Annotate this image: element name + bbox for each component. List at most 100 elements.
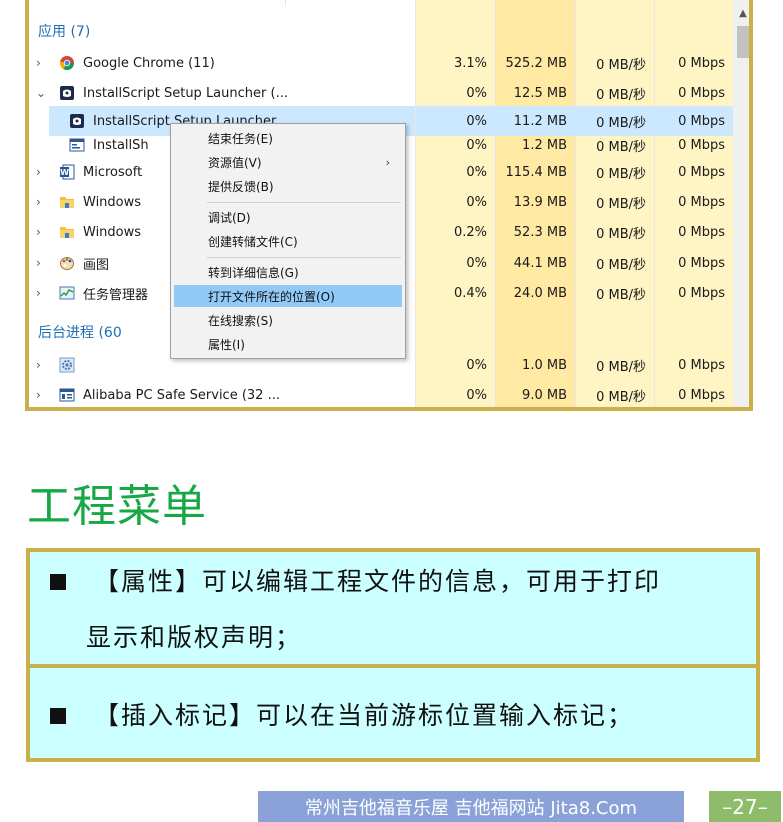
network-value: 0 Mbps [678, 137, 725, 153]
installscript-icon [59, 85, 75, 101]
menu-item-search-online[interactable]: 在线搜索(S) [174, 309, 402, 331]
expand-chevron-icon[interactable]: › [36, 380, 48, 407]
paint-icon [59, 255, 75, 271]
cpu-value: 0% [466, 164, 487, 180]
cpu-value: 0.4% [453, 285, 487, 301]
disk-value: 0 MB/秒 [596, 287, 646, 303]
info-box-insert-mark: 【插入标记】可以在当前游标位置输入标记； [26, 664, 760, 762]
menu-item-resource-values[interactable]: 资源值(V) › [174, 151, 402, 173]
disk-value: 0 MB/秒 [596, 389, 646, 405]
box-text-line: 【属性】可以编辑工程文件的信息，可用于打印 [94, 567, 662, 596]
service-icon [59, 387, 75, 403]
box-text-line: 【插入标记】可以在当前游标位置输入标记； [94, 701, 635, 730]
context-menu: 结束任务(E) 资源值(V) › 提供反馈(B) 调试(D) 创建转储文件(C) … [170, 123, 406, 359]
window-icon [69, 137, 85, 153]
expand-chevron-icon[interactable]: › [36, 248, 48, 278]
menu-item-label: 属性(I) [208, 337, 245, 352]
group-title: 后台进程 (60 [38, 325, 122, 341]
installscript-icon [69, 113, 85, 129]
cpu-value: 0% [466, 137, 487, 153]
folder-icon [59, 224, 75, 240]
disk-value: 0 MB/秒 [596, 87, 646, 103]
memory-value: 1.0 MB [522, 357, 567, 373]
process-name: InstallScript Setup Launcher (... [83, 85, 288, 101]
memory-value: 9.0 MB [522, 387, 567, 403]
menu-separator [207, 257, 401, 258]
expand-chevron-icon[interactable]: › [36, 157, 48, 187]
process-name: Alibaba PC Safe Service (32 ... [83, 387, 280, 403]
disk-value: 0 MB/秒 [596, 359, 646, 375]
process-name: Windows [83, 224, 142, 240]
process-name: Windows [83, 194, 142, 210]
scroll-up-arrow-icon[interactable]: ▲ [733, 8, 749, 19]
menu-item-create-dump[interactable]: 创建转储文件(C) [174, 230, 402, 252]
expand-chevron-icon[interactable]: › [36, 187, 48, 217]
expand-chevron-icon[interactable]: › [36, 217, 48, 247]
collapse-chevron-icon[interactable]: ⌄ [36, 78, 48, 108]
memory-value: 1.2 MB [522, 137, 567, 153]
menu-item-end-task[interactable]: 结束任务(E) [174, 127, 402, 149]
taskmgr-icon [59, 285, 75, 301]
box-text-line: 显示和版权声明； [86, 623, 303, 652]
disk-value: 0 MB/秒 [596, 166, 646, 182]
process-name: Google Chrome (11) [83, 55, 215, 71]
menu-item-label: 转到详细信息(G) [208, 265, 299, 280]
menu-item-feedback[interactable]: 提供反馈(B) [174, 175, 402, 197]
submenu-arrow-icon: › [385, 155, 390, 169]
menu-item-label: 创建转储文件(C) [208, 234, 298, 249]
task-manager-screenshot: 应用 (7) › Google Chrome (11) 3.1% 525.2 MB 0 M… [25, 0, 753, 411]
disk-value: 0 MB/秒 [596, 57, 646, 73]
word-icon: W [59, 164, 75, 180]
memory-value: 24.0 MB [513, 285, 567, 301]
memory-value: 44.1 MB [513, 255, 567, 271]
menu-item-debug[interactable]: 调试(D) [174, 206, 402, 228]
process-name: Microsoft [83, 164, 143, 180]
network-value: 0 Mbps [678, 85, 725, 101]
process-row[interactable]: › Alibaba PC Safe Service (32 ... 0% 9.0 MB… [29, 380, 733, 407]
network-value: 0 Mbps [678, 194, 725, 210]
expand-chevron-icon[interactable]: › [36, 350, 48, 380]
memory-value: 13.9 MB [513, 194, 567, 210]
process-name: 画图 [83, 257, 110, 273]
network-value: 0 Mbps [678, 164, 725, 180]
cpu-value: 0% [466, 255, 487, 271]
process-name: 任务管理器 [83, 287, 149, 303]
gear-icon [59, 357, 75, 373]
menu-item-label: 提供反馈(B) [208, 179, 274, 194]
process-row[interactable]: › Google Chrome (11) 3.1% 525.2 MB 0 MB/秒 0 M… [29, 48, 733, 78]
memory-value: 52.3 MB [513, 224, 567, 240]
group-title: 应用 (7) [38, 24, 91, 40]
network-value: 0 Mbps [678, 55, 725, 71]
memory-value: 115.4 MB [505, 164, 567, 180]
footer-banner: 常州吉他福音乐屋 吉他福网站 Jita8.Com [258, 791, 684, 822]
cpu-value: 0% [466, 357, 487, 373]
disk-value: 0 MB/秒 [596, 257, 646, 273]
menu-item-properties[interactable]: 属性(I) [174, 333, 402, 355]
menu-item-label: 调试(D) [208, 210, 251, 225]
process-name: InstallSh [93, 137, 149, 153]
memory-value: 525.2 MB [505, 55, 567, 71]
menu-item-label: 在线搜索(S) [208, 313, 273, 328]
menu-item-label: 资源值(V) [208, 155, 262, 170]
group-header[interactable]: 应用 (7) [29, 16, 733, 46]
folder-icon [59, 194, 75, 210]
menu-item-go-to-details[interactable]: 转到详细信息(G) [174, 261, 402, 283]
network-value: 0 Mbps [678, 357, 725, 373]
disk-value: 0 MB/秒 [596, 226, 646, 242]
menu-item-label: 打开文件所在的位置(O) [208, 289, 335, 304]
vertical-scrollbar[interactable]: ▲ [733, 0, 749, 407]
process-row[interactable]: ⌄ InstallScript Setup Launcher (... 0% 12.5… [29, 78, 733, 108]
disk-value: 0 MB/秒 [596, 196, 646, 212]
expand-chevron-icon[interactable]: › [36, 48, 48, 78]
memory-value: 12.5 MB [513, 85, 567, 101]
menu-item-label: 结束任务(E) [208, 131, 273, 146]
network-value: 0 Mbps [678, 285, 725, 301]
network-value: 0 Mbps [678, 387, 725, 403]
expand-chevron-icon[interactable]: › [36, 278, 48, 308]
menu-item-open-file-location[interactable]: 打开文件所在的位置(O) [174, 285, 402, 307]
page-title: 工程菜单 [27, 481, 207, 532]
scroll-thumb[interactable] [737, 26, 749, 58]
network-value: 0 Mbps [678, 224, 725, 240]
info-box-properties: 【属性】可以编辑工程文件的信息，可用于打印 显示和版权声明； [26, 548, 760, 668]
page-number: –27– [709, 791, 781, 822]
